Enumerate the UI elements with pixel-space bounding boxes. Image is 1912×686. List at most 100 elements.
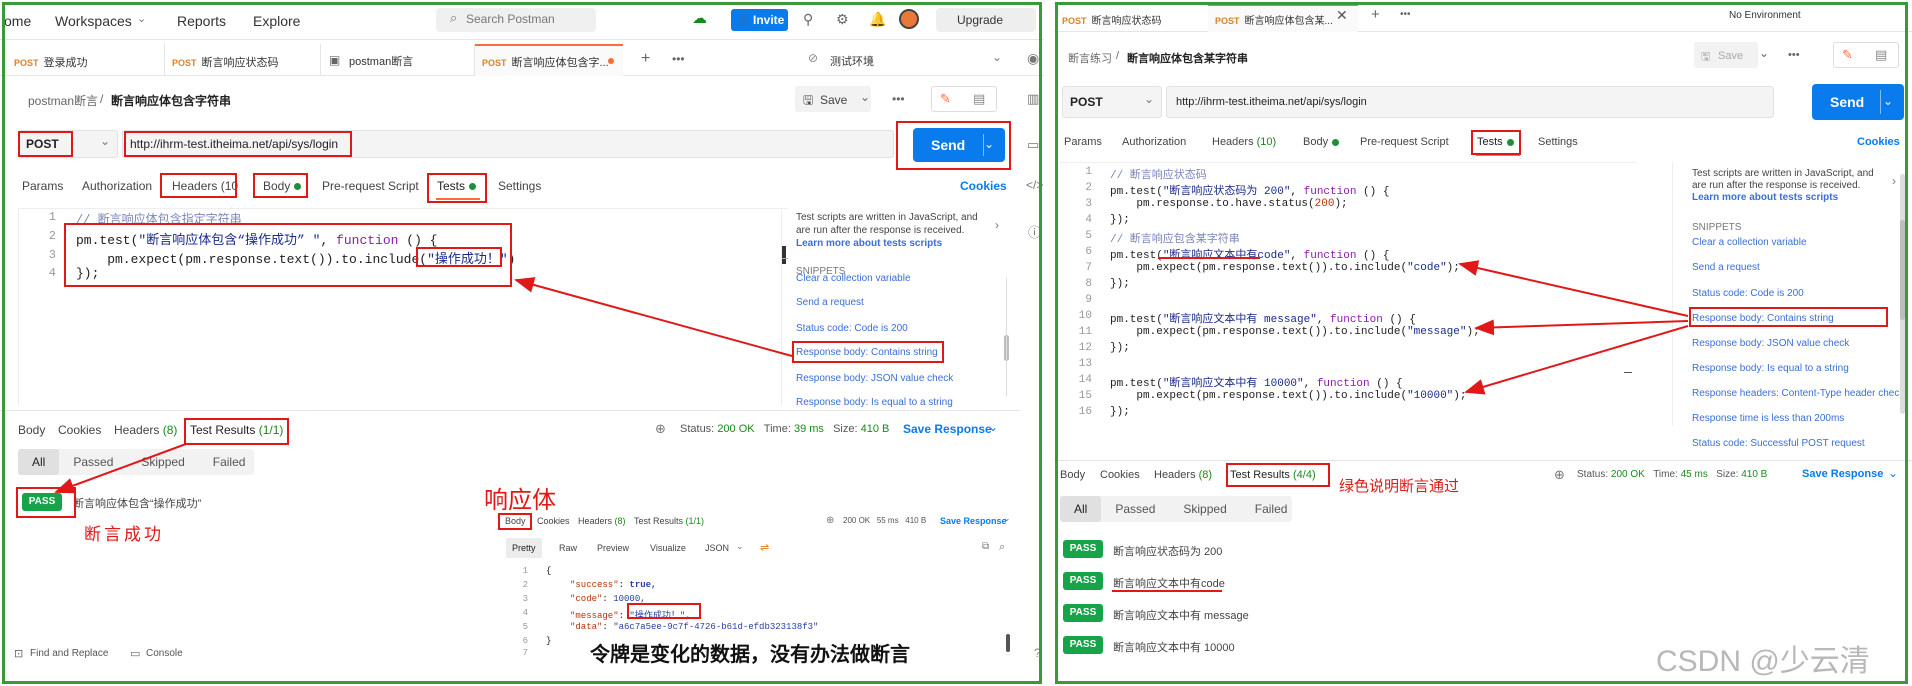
resp-tab-body[interactable]: Body — [1060, 469, 1085, 481]
copy-icon[interactable]: ⧉ — [982, 541, 989, 552]
snippet-item[interactable]: Clear a collection variable — [796, 273, 911, 284]
chevron-down-icon[interactable]: ⌄ — [1883, 94, 1893, 108]
mini-raw[interactable]: Raw — [559, 543, 577, 553]
resp-tab-test-results[interactable]: Test Results (4/4) — [1230, 469, 1316, 481]
close-icon[interactable]: ✕ — [1336, 7, 1348, 24]
snippet-contains-string[interactable]: Response body: Contains string — [1692, 313, 1834, 324]
tab-params[interactable]: Params — [1064, 136, 1102, 148]
find-replace-button[interactable]: Find and Replace — [30, 648, 108, 659]
filter-all[interactable]: All — [18, 449, 60, 475]
gear-icon[interactable]: ⚙ — [836, 11, 849, 28]
tab-settings[interactable]: Settings — [498, 179, 541, 193]
resp-tab-headers[interactable]: Headers (8) — [1154, 469, 1212, 481]
snippet-item[interactable]: Response body: JSON value check — [796, 373, 953, 384]
resp-tab-body[interactable]: Body — [18, 423, 45, 437]
info-icon[interactable]: ⓘ — [1028, 222, 1041, 241]
document-icon[interactable]: ▥ — [1027, 91, 1039, 107]
environment-select[interactable]: 测试环境 — [830, 53, 874, 69]
mini-tab-body[interactable]: Body — [505, 516, 526, 526]
more-tabs-icon[interactable]: ••• — [672, 52, 685, 66]
save-response-button[interactable]: Save Response — [903, 422, 992, 436]
resp-tab-cookies[interactable]: Cookies — [58, 423, 101, 437]
help-icon[interactable]: ? — [1034, 646, 1041, 660]
snippet-item[interactable]: Status code: Code is 200 — [1692, 288, 1804, 299]
pencil-icon[interactable]: ✎ — [940, 91, 951, 107]
reports-link[interactable]: Reports — [177, 13, 226, 29]
bell-icon[interactable]: 🔔 — [869, 11, 886, 28]
tab-tests[interactable]: Tests — [1477, 136, 1514, 148]
tab-pre-request-script[interactable]: Pre-request Script — [1360, 136, 1449, 148]
filter-skipped[interactable]: Skipped — [1169, 496, 1240, 522]
chevron-right-icon[interactable]: › — [995, 218, 999, 232]
chevron-down-icon[interactable]: ⌄ — [992, 50, 1002, 64]
cookies-link[interactable]: Cookies — [1857, 136, 1900, 148]
tab-login-success[interactable]: POST 登录成功 — [14, 53, 88, 71]
home-link[interactable]: ome — [4, 13, 31, 29]
mini-tab-tests[interactable]: Test Results (1/1) — [634, 516, 704, 526]
snippet-item[interactable]: Response body: JSON value check — [1692, 338, 1849, 349]
explore-link[interactable]: Explore — [253, 13, 300, 29]
resp-tab-cookies[interactable]: Cookies — [1100, 469, 1140, 481]
tab-body[interactable]: Body — [1303, 136, 1340, 148]
resp-tab-test-results[interactable]: Test Results (1/1) — [190, 423, 283, 437]
environment-select[interactable]: No Environment — [1729, 10, 1801, 21]
code-icon[interactable]: </> — [1026, 178, 1043, 192]
eye-icon[interactable]: ◉ — [1027, 50, 1039, 67]
snippet-contains-string[interactable]: Response body: Contains string — [796, 347, 938, 358]
learn-tests-link[interactable]: Learn more about tests scripts — [1692, 192, 1838, 203]
mini-tab-headers[interactable]: Headers (8) — [578, 516, 626, 526]
chevron-down-icon[interactable]: ⌄ — [860, 90, 870, 104]
pencil-icon[interactable]: ✎ — [1842, 47, 1853, 63]
snippet-item[interactable]: Clear a collection variable — [1692, 237, 1807, 248]
snippet-item[interactable]: Response body: Is equal to a string — [796, 397, 953, 408]
chevron-right-icon[interactable]: › — [1892, 174, 1896, 188]
tab-settings[interactable]: Settings — [1538, 136, 1578, 148]
tab-postman-assert[interactable]: postman断言 — [349, 53, 413, 69]
add-tab-icon[interactable]: + — [1371, 6, 1380, 23]
filter-all[interactable]: All — [1060, 496, 1102, 522]
chevron-down-icon[interactable]: ⌄ — [984, 137, 994, 151]
mini-format-select[interactable]: JSON — [705, 543, 729, 553]
filter-failed[interactable]: Failed — [1241, 496, 1302, 522]
mini-preview[interactable]: Preview — [597, 543, 629, 553]
tab-pre-request-script[interactable]: Pre-request Script — [322, 179, 419, 193]
mini-pretty[interactable]: Pretty — [512, 543, 536, 553]
satellite-icon[interactable]: ⚲ — [803, 11, 813, 28]
tab-assert-status-code[interactable]: POST 断言响应状态码 — [172, 53, 279, 71]
mini-tab-cookies[interactable]: Cookies — [537, 516, 570, 526]
workspaces-menu[interactable]: Workspaces — [55, 13, 132, 29]
chevron-down-icon[interactable]: ⌄ — [988, 420, 998, 434]
env-quicklook-icon[interactable]: ⊘ — [808, 51, 818, 65]
snippet-item[interactable]: Response body: Is equal to a string — [1692, 363, 1849, 374]
chevron-down-icon[interactable]: ⌄ — [1888, 466, 1898, 480]
learn-tests-link[interactable]: Learn more about tests scripts — [796, 238, 942, 249]
add-tab-icon[interactable]: + — [641, 50, 650, 68]
filter-passed[interactable]: Passed — [1101, 496, 1169, 522]
snippets-scrollbar[interactable] — [1900, 220, 1905, 320]
filter-failed[interactable]: Failed — [199, 449, 260, 475]
breadcrumb-parent[interactable]: 断言练习 — [1068, 50, 1112, 66]
tab-body[interactable]: Body — [263, 179, 302, 193]
console-button[interactable]: Console — [146, 648, 183, 659]
wrap-icon[interactable]: ⇌ — [760, 541, 769, 554]
search-input[interactable]: Search Postman — [466, 12, 555, 26]
more-icon[interactable]: ••• — [892, 92, 905, 106]
more-tabs-icon[interactable]: ••• — [1400, 9, 1411, 20]
tab-headers[interactable]: Headers (10 — [172, 179, 238, 193]
breadcrumb-parent[interactable]: postman断言 — [28, 92, 98, 109]
sync-cloud-icon[interactable]: ☁ — [692, 9, 707, 27]
mini-visualize[interactable]: Visualize — [650, 543, 686, 553]
tab-authorization[interactable]: Authorization — [1122, 136, 1186, 148]
snippet-item[interactable]: Send a request — [796, 297, 864, 308]
filter-passed[interactable]: Passed — [59, 449, 127, 475]
snippet-item[interactable]: Response time is less than 200ms — [1692, 413, 1844, 424]
tab-assert-status-code[interactable]: POST 断言响应状态码 — [1062, 11, 1162, 29]
mini-save-response[interactable]: Save Response — [940, 516, 1007, 526]
filter-skipped[interactable]: Skipped — [127, 449, 198, 475]
comment-icon[interactable]: ▤ — [1875, 47, 1887, 63]
tab-params[interactable]: Params — [22, 179, 63, 193]
comments-icon[interactable]: ▭ — [1027, 137, 1039, 153]
globe-icon[interactable]: ⊕ — [655, 421, 666, 437]
globe-icon[interactable]: ⊕ — [1554, 467, 1565, 483]
tab-tests[interactable]: Tests — [437, 179, 477, 193]
